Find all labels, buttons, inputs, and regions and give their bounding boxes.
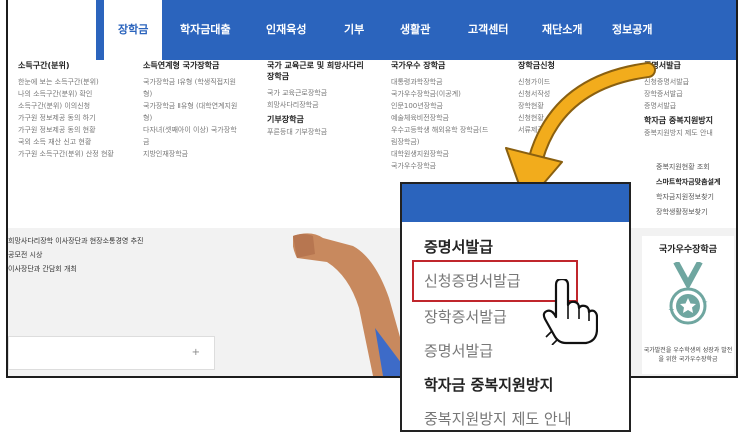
menu-col-merit: 국가우수 장학금 대통령과학장학금 국가우수장학금(이공계) 인문100년장학금… [391, 60, 491, 172]
scholarship-certificate-link[interactable]: 장학증서발급 [424, 306, 507, 327]
menu-col-income: 소득구간(분위) 한눈에 보는 소득구간(분위) 나의 소득구간(분위) 확인 … [18, 60, 133, 160]
svg-text:+: + [668, 305, 675, 314]
menu-link[interactable]: 희망사다리장학금 [267, 99, 367, 111]
nav-customer-center[interactable]: 고객센터 [468, 0, 508, 60]
menu-link[interactable]: 국외 소득 재산 신고 현황 [18, 136, 133, 148]
duplicate-guide-link[interactable]: 중복지원방지 제도 안내 [424, 408, 572, 429]
medal-icon: + + [668, 262, 708, 325]
zoom-callout: 증명서발급 신청증명서발급 장학증서발급 증명서발급 학자금 중복지원방지 중복… [400, 182, 631, 432]
menu-link[interactable]: 국가장학금 Ⅱ유형 (대학연계지원형) [143, 100, 243, 124]
certificate-issue-link[interactable]: 증명서발급 [424, 340, 493, 361]
zoom-nav-bar [402, 184, 629, 222]
menu-link[interactable]: 인문100년장학금 [391, 100, 491, 112]
nav-student-loan[interactable]: 학자금대출 [180, 0, 231, 60]
news-item[interactable]: 희망사다리장학 이사장단과 현장소통경영 추진 [8, 234, 213, 248]
promo-panel[interactable]: 국가우수장학금 + + 국가발전을 우수학생의 성장과 발전을 위한 국가우수장… [642, 236, 734, 374]
menu-link[interactable]: 국가우수장학금(이공계) [391, 88, 491, 100]
hero-arm-image [293, 233, 411, 376]
menu-col-work-study: 국가 교육근로 및 희망사다리장학금 국가 교육근로장학금 희망사다리장학금 기… [267, 60, 367, 138]
svg-text:+: + [702, 298, 708, 306]
zoom-heading-duplicate: 학자금 중복지원방지 [424, 376, 554, 394]
menu-link[interactable]: 한눈에 보는 소득구간(분위) [18, 76, 133, 88]
menu-col-title: 소득구간(분위) [18, 61, 70, 70]
menu-link[interactable]: 소득구간(분위) 이의신청 [18, 100, 133, 112]
apply-certificate-link[interactable]: 신청증명서발급 [424, 270, 521, 291]
promo-caption: 국가발전을 우수학생의 성장과 발전을 위한 국가우수장학금 [643, 347, 733, 363]
menu-subtitle: 기부장학금 [267, 115, 304, 124]
menu-link[interactable]: 예술체육비전장학금 [391, 112, 491, 124]
menu-link[interactable]: 다자녀(셋째아이 이상) 국가장학금 [143, 124, 243, 148]
nav-scholarship[interactable]: 장학금 [104, 0, 163, 60]
news-panel: + [8, 336, 215, 370]
pointer-hand-icon [542, 279, 598, 345]
menu-col-title: 국가우수 장학금 [391, 61, 446, 70]
menu-col-income-linked: 소득연계형 국가장학금 국가장학금 Ⅰ유형 (학생직접지원형) 국가장학금 Ⅱ유… [143, 60, 243, 160]
menu-link[interactable]: 나의 소득구간(분위) 확인 [18, 88, 133, 100]
nav-public-info[interactable]: 정보공개 [612, 0, 652, 60]
promo-title: 국가우수장학금 [659, 245, 717, 255]
menu-link[interactable]: 가구원 정보제공 동의 하기 [18, 112, 133, 124]
nav-about[interactable]: 재단소개 [542, 0, 582, 60]
logo-area [8, 0, 96, 60]
menu-link[interactable]: 대학원생지원장학금 [391, 148, 491, 160]
menu-link[interactable]: 가구원 정보제공 동의 현황 [18, 124, 133, 136]
menu-link[interactable]: 가구원 소득구간(분위) 산정 현황 [18, 148, 133, 160]
news-item[interactable]: 공모전 시상 [8, 248, 213, 262]
nav-dormitory[interactable]: 생활관 [400, 0, 430, 60]
menu-link[interactable]: 국가 교육근로장학금 [267, 87, 367, 99]
menu-link[interactable]: 국가장학금 Ⅰ유형 (학생직접지원형) [143, 76, 243, 100]
menu-col-title: 소득연계형 국가장학금 [143, 61, 220, 70]
menu-link[interactable]: 지방인재장학금 [143, 148, 243, 160]
nav-talent[interactable]: 인재육성 [266, 0, 306, 60]
news-list: 희망사다리장학 이사장단과 현장소통경영 추진 공모전 시상 이사장단과 간담회… [8, 234, 213, 276]
menu-link[interactable]: 푸른등대 기부장학금 [267, 126, 367, 138]
menu-col-title: 국가 교육근로 및 희망사다리장학금 [267, 61, 364, 81]
top-nav-bar: 장학금 학자금대출 인재육성 기부 생활관 고객센터 재단소개 정보공개 [8, 0, 736, 60]
nav-donation[interactable]: 기부 [344, 0, 364, 60]
news-item[interactable]: 이사장단과 간담회 개최 [8, 262, 213, 276]
menu-link[interactable]: 국가우수장학금 [391, 160, 491, 172]
zoom-heading-certificate: 증명서발급 [424, 238, 494, 256]
menu-link[interactable]: 우수고등학생 해외유학 장학금(드림장학금) [391, 124, 491, 148]
menu-link[interactable]: 대통령과학장학금 [391, 76, 491, 88]
more-button[interactable]: + [192, 347, 200, 358]
